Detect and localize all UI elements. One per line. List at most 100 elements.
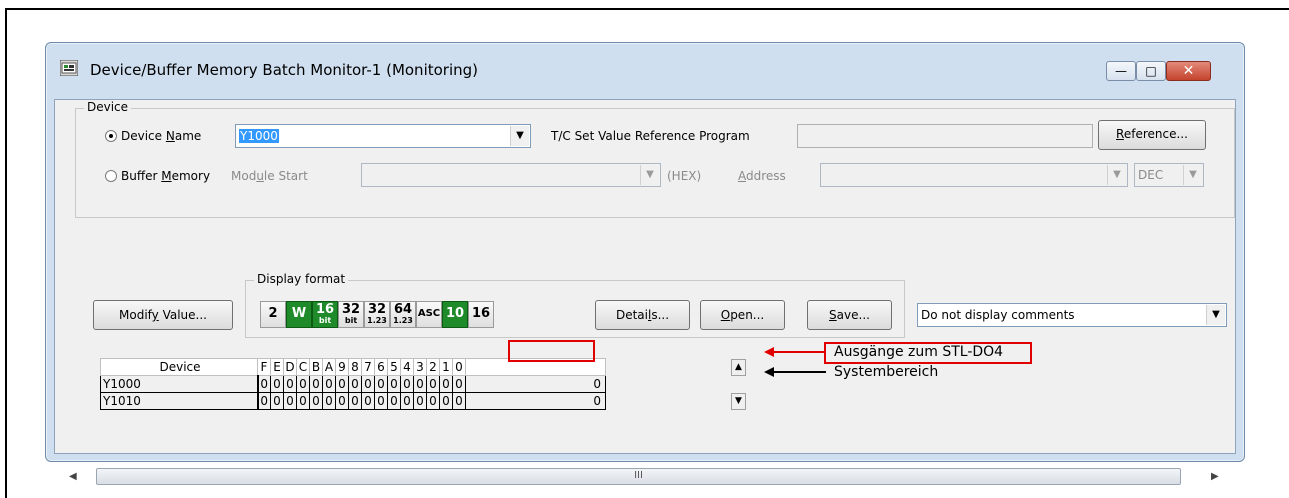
bit-cell[interactable]: 0: [400, 392, 414, 410]
bit-cell[interactable]: 0: [283, 375, 297, 393]
bit-cell[interactable]: 0: [361, 375, 375, 393]
window-title: Device/Buffer Memory Batch Monitor-1 (Mo…: [90, 61, 479, 79]
bit-column-header: 2: [426, 358, 440, 376]
bit-column-header: 1: [439, 358, 453, 376]
value-cell[interactable]: 0: [465, 392, 606, 410]
grid-row[interactable]: Y1010 00000000000000000: [100, 392, 606, 410]
app-icon: [60, 60, 78, 76]
format-hex-button[interactable]: 16: [468, 301, 494, 328]
address-combo: ▼: [820, 163, 1128, 187]
grid-row[interactable]: Y1000 00000000000000000: [100, 375, 606, 393]
title-bar[interactable]: Device/Buffer Memory Batch Monitor-1 (Mo…: [46, 43, 1244, 99]
device-name-label: Device Name: [121, 129, 202, 143]
format-32real-button[interactable]: 32 1.23: [364, 301, 390, 328]
bit-cell[interactable]: 0: [374, 375, 388, 393]
device-name-combo[interactable]: Y1000 ▼: [235, 124, 531, 148]
chevron-down-icon: ▼: [640, 165, 659, 185]
radix-combo: DEC ▼: [1134, 163, 1204, 187]
bit-cell[interactable]: 0: [387, 375, 401, 393]
bit-cell[interactable]: 0: [400, 375, 414, 393]
chevron-down-icon: ▼: [1183, 165, 1202, 185]
device-name-value: Y1000: [239, 129, 279, 143]
format-16bit-button[interactable]: 16 bit: [312, 301, 338, 328]
buffer-memory-radio[interactable]: [105, 170, 117, 182]
format-dec-button[interactable]: 10: [442, 301, 468, 328]
system-annotation: Systembereich: [834, 364, 939, 380]
chevron-down-icon[interactable]: ▼: [1206, 305, 1225, 325]
bit-cell[interactable]: 0: [452, 392, 466, 410]
annotation-arrows: [764, 347, 826, 377]
bit-cell[interactable]: 0: [426, 392, 440, 410]
scroll-left-icon[interactable]: ◀: [69, 468, 77, 485]
bit-cell[interactable]: 0: [452, 375, 466, 393]
buffer-memory-label: Buffer Memory: [121, 169, 211, 183]
modify-value-button[interactable]: Modify Value...: [93, 300, 233, 330]
bit-column-header: 4: [400, 358, 414, 376]
bit-cell[interactable]: 0: [361, 392, 375, 410]
grid-scroll-up-icon[interactable]: ▲: [731, 359, 746, 376]
chevron-down-icon[interactable]: ▼: [510, 126, 529, 146]
bit-column-header: E: [270, 358, 284, 376]
client-area: Device Device Name Y1000 ▼ T/C Set Value…: [54, 99, 1236, 485]
grid-scroll-down-icon[interactable]: ▼: [731, 393, 746, 410]
bit-cell[interactable]: 0: [309, 392, 323, 410]
horizontal-scrollbar[interactable]: ◀ III ▶: [61, 468, 1241, 485]
format-64real-button[interactable]: 64 1.23: [390, 301, 416, 328]
bit-cell[interactable]: 0: [387, 392, 401, 410]
device-column-header: Device: [100, 358, 258, 376]
system-arrow-head: [764, 367, 774, 377]
reference-button[interactable]: Reference...: [1098, 120, 1206, 150]
bit-column-header: 5: [387, 358, 401, 376]
format-bit-button[interactable]: 2: [260, 301, 286, 328]
open-button[interactable]: Open...: [700, 300, 785, 330]
bit-cell[interactable]: 0: [413, 375, 427, 393]
bit-cell[interactable]: 0: [322, 375, 336, 393]
details-button[interactable]: Details...: [595, 300, 690, 330]
bit-cell[interactable]: 0: [348, 392, 362, 410]
batch-monitor-window: Device/Buffer Memory Batch Monitor-1 (Mo…: [45, 42, 1245, 485]
address-label: Address: [738, 169, 786, 183]
bit-cell[interactable]: 0: [374, 392, 388, 410]
bit-column-header: 0: [452, 358, 466, 376]
bit-cell[interactable]: 0: [270, 392, 284, 410]
close-icon: ✕: [1182, 63, 1195, 79]
bit-column-header: C: [296, 358, 310, 376]
save-button[interactable]: Save...: [807, 300, 892, 330]
minimize-button[interactable]: —: [1106, 61, 1136, 81]
bit-cell[interactable]: 0: [413, 392, 427, 410]
bit-cell[interactable]: 0: [322, 392, 336, 410]
chevron-down-icon: ▼: [1107, 165, 1126, 185]
comment-display-combo[interactable]: Do not display comments ▼: [917, 303, 1227, 327]
bit-cell[interactable]: 0: [296, 375, 310, 393]
bit-cell[interactable]: 0: [283, 392, 297, 410]
bit-cell[interactable]: 0: [257, 375, 271, 393]
grid-row-device[interactable]: Y1010: [100, 392, 259, 410]
bit-cell[interactable]: 0: [348, 375, 362, 393]
bit-cell[interactable]: 0: [270, 375, 284, 393]
grid-row-device[interactable]: Y1000: [100, 375, 259, 393]
hex-label: (HEX): [667, 169, 702, 183]
format-32bit-button[interactable]: 32 bit: [338, 301, 364, 328]
monitor-grid: Device FEDCBA9876543210 Y1000 0000000000…: [100, 358, 606, 410]
bit-column-header: F: [257, 358, 271, 376]
display-format-legend: Display format: [254, 272, 349, 286]
device-name-radio[interactable]: [105, 130, 117, 142]
format-asc-button[interactable]: ASC: [416, 301, 442, 328]
value-cell[interactable]: 0: [465, 375, 606, 393]
bit-cell[interactable]: 0: [335, 392, 349, 410]
bit-cell[interactable]: 0: [426, 375, 440, 393]
bit-cell[interactable]: 0: [309, 375, 323, 393]
outputs-highlight-box: [508, 340, 595, 362]
scroll-right-icon[interactable]: ▶: [1211, 468, 1219, 485]
bit-cell[interactable]: 0: [335, 375, 349, 393]
close-button[interactable]: ✕: [1166, 61, 1211, 81]
bit-cell[interactable]: 0: [296, 392, 310, 410]
bit-cell[interactable]: 0: [257, 392, 271, 410]
scrollbar-thumb[interactable]: III: [96, 468, 1181, 485]
comment-display-value: Do not display comments: [921, 308, 1075, 322]
tc-reference-program-field: [797, 124, 1093, 148]
bit-cell[interactable]: 0: [439, 375, 453, 393]
bit-cell[interactable]: 0: [439, 392, 453, 410]
maximize-button[interactable]: □: [1136, 61, 1166, 81]
format-word-button[interactable]: W: [286, 301, 312, 328]
